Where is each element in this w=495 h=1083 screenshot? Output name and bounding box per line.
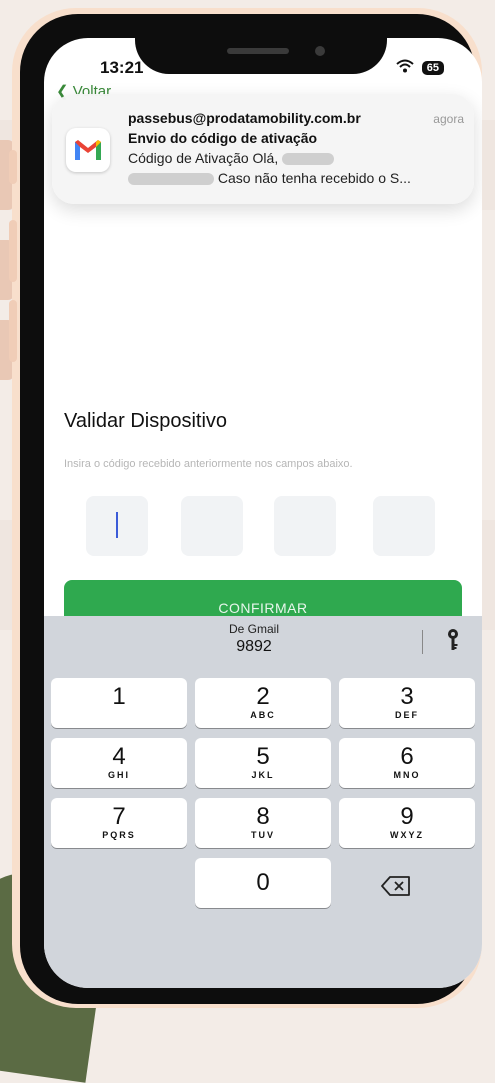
autofill-suggestion[interactable]: De Gmail 9892 (194, 622, 314, 656)
suggestion-divider (422, 630, 423, 654)
key-digit: 1 (112, 683, 126, 710)
key-9[interactable]: 9 WXYZ (339, 798, 475, 848)
key-letters: TUV (251, 830, 275, 840)
key-letters: DEF (395, 710, 419, 720)
notification-subject: Envio do código de ativação (128, 130, 318, 146)
notification-time: agora (433, 112, 464, 126)
autofill-source: De Gmail (228, 622, 279, 636)
key-4[interactable]: 4 GHI (51, 738, 187, 788)
key-digit: 4 (112, 743, 126, 770)
key-digit: 9 (400, 803, 414, 830)
notch (135, 14, 387, 74)
email-notification[interactable]: passebus@prodatamobility.com.br agora En… (52, 94, 474, 204)
key-letters: MNO (393, 770, 421, 780)
key-digit: 6 (400, 743, 414, 770)
key-digit: 5 (256, 743, 270, 770)
code-input-2[interactable] (181, 496, 243, 556)
code-input-1[interactable] (86, 496, 148, 556)
phone-screen: 13:21 65 ❮ Voltar passebus@prodatamobili… (44, 38, 482, 988)
battery-icon: 65 (421, 61, 444, 75)
gmail-icon (66, 128, 110, 172)
key-2[interactable]: 2 ABC (195, 678, 331, 728)
volume-down-button (9, 300, 17, 362)
key-icon[interactable] (446, 628, 460, 657)
notification-preview-line-1: Código de Ativação Olá, (128, 150, 335, 166)
status-icons: 65 (396, 58, 444, 78)
page-title: Validar Dispositivo (64, 410, 228, 432)
autofill-code: 9892 (236, 638, 272, 655)
key-digit: 3 (400, 683, 414, 710)
key-digit: 0 (256, 869, 270, 896)
code-input-3[interactable] (274, 496, 336, 556)
key-digit: 2 (256, 683, 270, 710)
key-letters: PQRS (102, 830, 136, 840)
key-digit: 8 (256, 803, 270, 830)
backspace-icon (381, 876, 410, 896)
notification-preview-text: Código de Ativação Olá, (128, 150, 279, 166)
status-time: 13:21 (100, 58, 144, 77)
key-letters: ABC (250, 710, 276, 720)
key-7[interactable]: 7 PQRS (51, 798, 187, 848)
key-letters: JKL (251, 770, 275, 780)
notification-sender: passebus@prodatamobility.com.br (128, 110, 361, 126)
speaker (227, 48, 289, 54)
redacted-name (282, 153, 335, 166)
key-8[interactable]: 8 TUV (195, 798, 331, 848)
volume-up-button (9, 220, 17, 282)
key-3[interactable]: 3 DEF (339, 678, 475, 728)
front-camera (315, 46, 325, 56)
key-0[interactable]: 0 (195, 858, 331, 908)
key-5[interactable]: 5 JKL (195, 738, 331, 788)
key-6[interactable]: 6 MNO (339, 738, 475, 788)
notification-preview-line-2: Caso não tenha recebido o S... (128, 170, 411, 186)
mute-switch (9, 150, 17, 184)
code-input-4[interactable] (373, 496, 435, 556)
key-1[interactable]: 1 (51, 678, 187, 728)
notification-preview-text: Caso não tenha recebido o S... (217, 170, 411, 186)
key-letters: GHI (107, 770, 130, 780)
text-cursor (116, 512, 118, 538)
numeric-keyboard: De Gmail 9892 1 2 ABC 3 DEF 4 GHI 5 JKL … (44, 616, 482, 988)
redacted-text (128, 173, 214, 186)
delete-key[interactable] (380, 874, 424, 904)
page-subtitle: Insira o código recebido anteriormente n… (64, 458, 353, 470)
wifi-icon (396, 58, 414, 78)
key-letters: WXYZ (390, 830, 424, 840)
key-digit: 7 (112, 803, 126, 830)
